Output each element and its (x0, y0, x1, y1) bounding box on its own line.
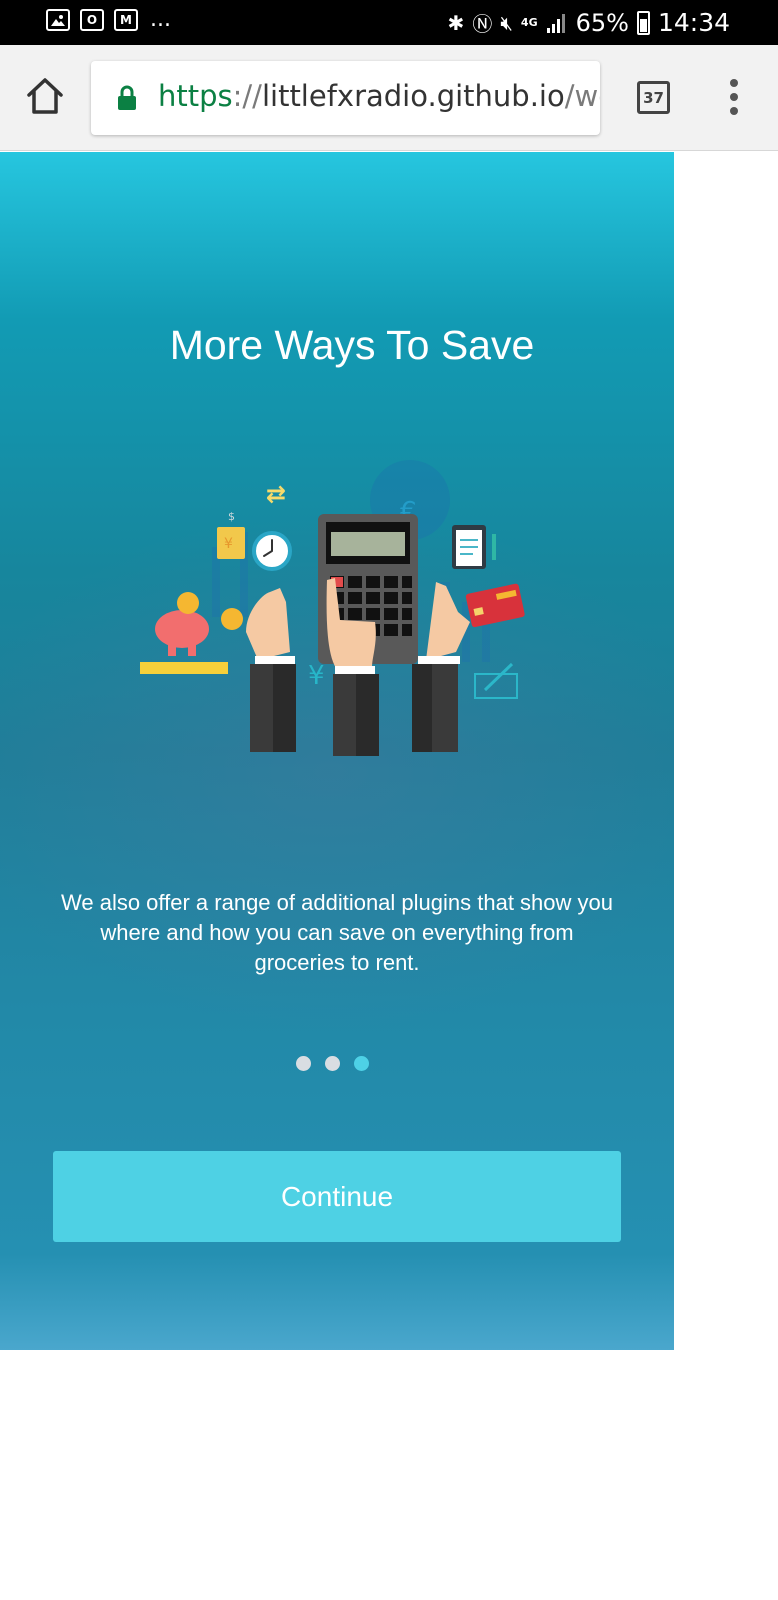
svg-text:¥: ¥ (224, 536, 233, 552)
url-text: https://littlefxradio.github.io/we (158, 79, 600, 113)
more-vert-icon[interactable] (726, 79, 742, 115)
coin-icon (221, 608, 243, 630)
page-dot-1[interactable] (296, 1056, 311, 1071)
address-bar[interactable]: https://littlefxradio.github.io/we (91, 61, 600, 135)
pagination-dots (296, 1056, 369, 1071)
left-hand-icon (246, 588, 296, 752)
continue-button[interactable]: Continue (53, 1151, 621, 1242)
cheque-icon (474, 662, 518, 699)
url-path: /we (564, 79, 600, 113)
outlook-icon: O (80, 9, 104, 31)
url-host: littlefxradio.github.io (261, 79, 565, 113)
page-dot-3-active[interactable] (354, 1056, 369, 1071)
mute-icon: 🔇︎ (500, 10, 513, 35)
url-separator: :// (232, 79, 262, 113)
notification-icons: O M ... (46, 9, 171, 31)
clipboard-icon (452, 525, 496, 569)
tabs-button[interactable]: 37 (637, 81, 670, 114)
url-protocol: https (158, 79, 233, 113)
swap-arrows-icon: ⇄ (266, 480, 286, 508)
signal-icon (546, 13, 565, 33)
network-type: 4G (520, 16, 538, 29)
nfc-icon: Ⓝ (472, 12, 493, 36)
clock: 14:34 (657, 8, 730, 37)
onboarding-description: We also offer a range of additional plug… (61, 890, 613, 975)
credit-card-icon (465, 583, 525, 628)
clock-icon (252, 531, 292, 571)
yen-glyph: ¥ (308, 661, 325, 691)
lock-icon (118, 85, 136, 110)
right-hand-icon (412, 582, 470, 752)
savings-illustration: € ¥ ⇄ $ ¥ (140, 460, 525, 756)
battery-percent: 65% (575, 8, 629, 37)
shopping-bag-icon: ¥ (217, 527, 245, 559)
onboarding-slide: More Ways To Save € ¥ ⇄ $ ¥ We also offe… (0, 152, 674, 1350)
gmail-icon: M (114, 9, 138, 31)
browser-toolbar: https://littlefxradio.github.io/we 37 (0, 45, 778, 151)
ruler-icon (140, 662, 228, 674)
bluetooth-icon: ✱ (447, 10, 465, 35)
battery-icon (636, 10, 650, 35)
page-title: More Ways To Save (169, 322, 535, 368)
more-notifications-indicator: ... (150, 7, 171, 32)
page-dot-2[interactable] (325, 1056, 340, 1071)
dollar-glyph: $ (228, 510, 235, 523)
home-icon[interactable] (24, 75, 66, 117)
system-icons: ✱ Ⓝ 🔇︎ 4G 65% 14:34 (448, 8, 730, 37)
status-bar: O M ... ✱ Ⓝ 🔇︎ 4G 65% 14:34 (0, 0, 778, 45)
gallery-icon (46, 9, 70, 31)
piggy-bank-icon (155, 592, 209, 656)
